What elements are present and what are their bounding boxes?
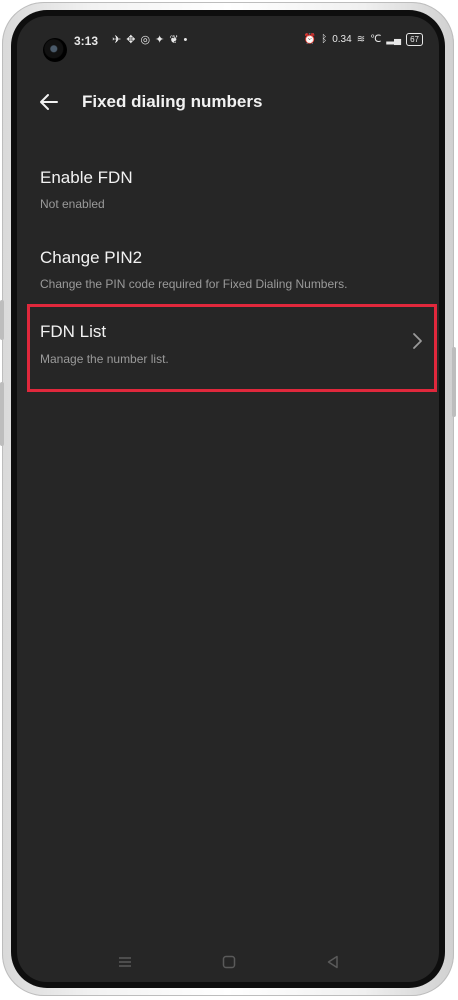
setting-title: FDN List (40, 322, 107, 341)
app-bar: Fixed dialing numbers (17, 84, 439, 120)
screen: 3:13 ✈ ✥ ◎ ✦ ❦ • ⏰ ᛒ 0.34 ≋ ℃ ▂▄ 67 Fixe… (17, 16, 439, 982)
phone-frame: 3:13 ✈ ✥ ◎ ✦ ❦ • ⏰ ᛒ 0.34 ≋ ℃ ▂▄ 67 Fixe… (0, 2, 456, 996)
notification-icons: ✈ ✥ ◎ ✦ ❦ • (112, 33, 188, 47)
setting-enable-fdn[interactable]: Enable FDN Not enabled (17, 152, 439, 228)
wifi-icon: ≋ (356, 34, 366, 45)
maps-icon: ✥ (126, 34, 136, 46)
system-icons: ⏰ ᛒ 0.34 ≋ ℃ ▂▄ 67 (304, 33, 423, 46)
signal-app-icon: ✈ (112, 34, 122, 46)
volume-button (0, 300, 4, 340)
chevron-right-icon (413, 333, 422, 349)
twitter-icon: ✦ (155, 34, 165, 46)
power-button (452, 347, 456, 417)
menu-icon[interactable] (117, 954, 133, 970)
setting-subtitle: Not enabled (40, 197, 105, 211)
threads-icon: ◎ (140, 34, 151, 46)
status-bar: 3:13 ✈ ✥ ◎ ✦ ❦ • ⏰ ᛒ 0.34 ≋ ℃ ▂▄ 67 (17, 16, 439, 64)
battery-icon: 67 (406, 33, 423, 46)
setting-fdn-list[interactable]: FDN List Manage the number list. (27, 304, 437, 392)
data-speed: 0.34 (332, 34, 352, 45)
navigation-bar (17, 946, 439, 982)
bluetooth-icon: ᛒ (321, 34, 328, 45)
page-title: Fixed dialing numbers (82, 92, 263, 111)
setting-subtitle: Change the PIN code required for Fixed D… (40, 277, 348, 291)
back-icon[interactable] (325, 954, 341, 970)
status-time: 3:13 (74, 34, 99, 48)
dot-icon: • (183, 33, 188, 46)
home-icon[interactable] (221, 954, 237, 970)
setting-subtitle: Manage the number list. (40, 352, 169, 366)
setting-change-pin2[interactable]: Change PIN2 Change the PIN code required… (17, 232, 439, 308)
front-camera (43, 38, 67, 62)
setting-title: Change PIN2 (40, 248, 143, 267)
leaf-icon: ❦ (169, 34, 179, 46)
signal-bars-icon: ▂▄ (386, 34, 402, 45)
alarm-icon: ⏰ (303, 34, 317, 45)
setting-title: Enable FDN (40, 168, 133, 187)
arrow-left-icon[interactable] (37, 90, 61, 114)
volte-icon: ℃ (370, 34, 382, 45)
volume-button (0, 382, 4, 446)
